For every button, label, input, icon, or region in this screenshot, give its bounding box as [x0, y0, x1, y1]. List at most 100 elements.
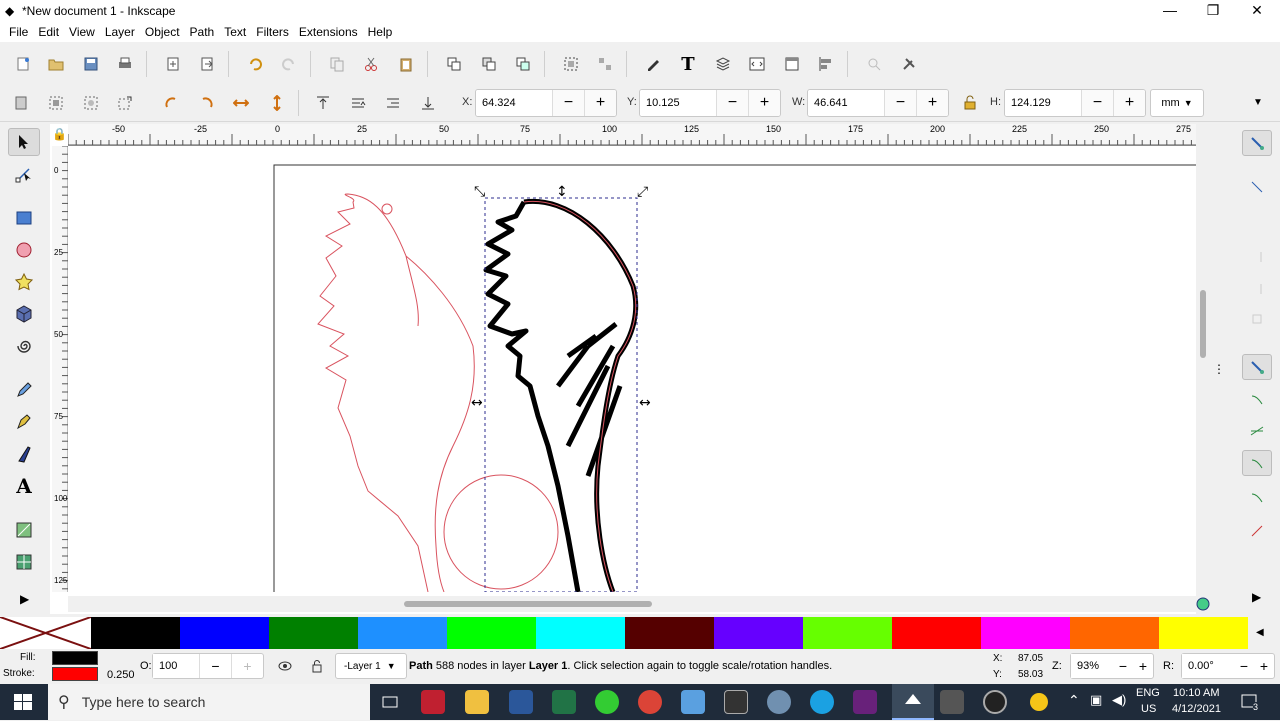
star-tool-icon[interactable] — [8, 268, 40, 296]
select-all-layers-icon[interactable] — [43, 90, 69, 116]
circle-outline[interactable] — [443, 474, 559, 590]
windows-start-icon[interactable] — [14, 694, 32, 713]
app-skype-icon[interactable] — [810, 690, 834, 714]
color-swatch[interactable] — [981, 617, 1070, 649]
overflow-chevron-icon[interactable]: ▼ — [1253, 97, 1263, 108]
clone-icon[interactable] — [476, 51, 502, 77]
save-icon[interactable] — [78, 51, 104, 77]
touch-select-icon[interactable] — [112, 90, 138, 116]
print-icon[interactable] — [112, 51, 138, 77]
word-icon[interactable] — [509, 690, 533, 714]
color-swatch[interactable] — [803, 617, 892, 649]
eye-visibility-icon[interactable] — [272, 653, 298, 679]
app-green-icon[interactable] — [595, 690, 619, 714]
pen-tool-icon[interactable] — [8, 408, 40, 436]
snap-bbox-midpoint-icon[interactable] — [1242, 306, 1272, 332]
zoom-icon[interactable] — [861, 51, 887, 77]
maximize-button[interactable]: ❐ — [1190, 0, 1236, 22]
undo-icon[interactable] — [242, 51, 268, 77]
xml-editor-icon[interactable] — [744, 51, 770, 77]
snap-midpoints-icon[interactable] — [1242, 518, 1272, 544]
wing-hole-circle[interactable] — [381, 203, 393, 215]
calculator-icon[interactable] — [940, 690, 964, 714]
inkscape-taskbar-icon[interactable] — [724, 690, 748, 714]
color-swatch[interactable] — [714, 617, 803, 649]
fill-indicator[interactable] — [52, 651, 98, 665]
raise-icon[interactable] — [345, 90, 371, 116]
flip-vertical-icon[interactable] — [264, 90, 290, 116]
app-yellow-icon[interactable] — [1030, 693, 1048, 711]
copy-icon[interactable] — [324, 51, 350, 77]
rotate-ccw-icon[interactable] — [158, 90, 184, 116]
more-tools-icon[interactable]: ▶ — [20, 592, 29, 606]
lock-layer-icon[interactable] — [304, 653, 330, 679]
tray-network-icon[interactable]: ▣ — [1090, 692, 1102, 708]
scale-handle-nw-icon[interactable]: ⤡ — [474, 184, 485, 200]
deselect-icon[interactable] — [78, 90, 104, 116]
w-increment-button[interactable]: + — [916, 90, 948, 116]
app-obs-icon[interactable] — [983, 690, 1007, 714]
w-input[interactable] — [808, 90, 884, 116]
redo-icon[interactable] — [276, 51, 302, 77]
horizontal-ruler[interactable]: -50 -25 0 25 50 75 100 125 150 175 200 2… — [68, 124, 1210, 146]
y-input[interactable] — [640, 90, 716, 116]
unlink-clone-icon[interactable] — [510, 51, 536, 77]
language-indicator[interactable]: ENG — [1136, 687, 1160, 699]
inkscape-active-task[interactable] — [892, 684, 934, 720]
vertical-ruler[interactable]: 0 25 50 75 100 125 — [52, 146, 68, 592]
file-explorer-icon[interactable] — [465, 690, 489, 714]
lower-icon[interactable] — [380, 90, 406, 116]
app-red-icon[interactable] — [421, 690, 445, 714]
raise-to-top-icon[interactable] — [310, 90, 336, 116]
scale-handle-w-icon[interactable]: ↔ — [471, 395, 483, 411]
keyboard-layout[interactable]: US — [1141, 703, 1156, 715]
visual-studio-icon[interactable] — [853, 690, 877, 714]
flip-horizontal-icon[interactable] — [228, 90, 254, 116]
opacity-decrement-button[interactable]: − — [199, 654, 231, 678]
layers-icon[interactable] — [710, 51, 736, 77]
rotate-cw-icon[interactable] — [194, 90, 220, 116]
zoom-input[interactable] — [1071, 654, 1113, 678]
more-snap-icon[interactable]: ▶ — [1252, 590, 1261, 604]
clock-date[interactable]: 4/12/2021 — [1172, 703, 1221, 715]
gradient-tool-icon[interactable] — [8, 516, 40, 544]
vertical-scrollbar[interactable] — [1196, 124, 1210, 614]
export-icon[interactable] — [194, 51, 220, 77]
text-font-icon[interactable]: T — [675, 51, 701, 77]
rotation-decrement-button[interactable]: − — [1234, 654, 1254, 678]
import-icon[interactable] — [160, 51, 186, 77]
spiral-tool-icon[interactable] — [8, 332, 40, 360]
panel-grip-icon[interactable]: ⋮ — [1213, 362, 1225, 376]
tray-volume-icon[interactable]: ◀) — [1112, 692, 1126, 708]
calligraphy-tool-icon[interactable] — [8, 440, 40, 468]
scale-handle-ne-icon[interactable]: ⤢ — [637, 184, 648, 200]
selected-wing-path[interactable] — [483, 198, 639, 592]
minimize-button[interactable]: — — [1147, 0, 1193, 22]
opacity-increment-button[interactable]: + — [231, 654, 263, 678]
text-tool-icon[interactable]: A — [8, 472, 40, 500]
x-increment-button[interactable]: + — [584, 90, 616, 116]
app-blue-icon[interactable] — [681, 690, 705, 714]
menu-edit[interactable]: Edit — [33, 25, 64, 39]
no-paint-swatch[interactable] — [0, 616, 92, 650]
y-increment-button[interactable]: + — [748, 90, 780, 116]
lock-ratio-icon[interactable] — [957, 90, 983, 116]
selector-tool-icon[interactable] — [8, 128, 40, 156]
rotation-input[interactable] — [1182, 654, 1234, 678]
color-swatch[interactable] — [1159, 617, 1248, 649]
menu-help[interactable]: Help — [363, 25, 398, 39]
snap-nodes-icon[interactable] — [1242, 354, 1272, 380]
fill-stroke-icon[interactable] — [640, 51, 666, 77]
color-swatch[interactable] — [180, 617, 269, 649]
lock-guides-icon[interactable]: 🔒 — [52, 127, 67, 141]
select-all-icon[interactable] — [8, 90, 34, 116]
color-swatch[interactable] — [1070, 617, 1159, 649]
color-swatch[interactable] — [358, 617, 447, 649]
x-input[interactable] — [476, 90, 552, 116]
task-view-icon[interactable] — [378, 690, 402, 714]
search-box[interactable]: ⚲ Type here to search — [48, 684, 370, 720]
document-properties-icon[interactable] — [779, 51, 805, 77]
snap-cusp-nodes-icon[interactable] — [1242, 450, 1272, 476]
align-distribute-icon[interactable] — [813, 51, 839, 77]
drawing-canvas[interactable]: ⤡ ↕ ⤢ ↔ ↔ — [68, 146, 1196, 592]
